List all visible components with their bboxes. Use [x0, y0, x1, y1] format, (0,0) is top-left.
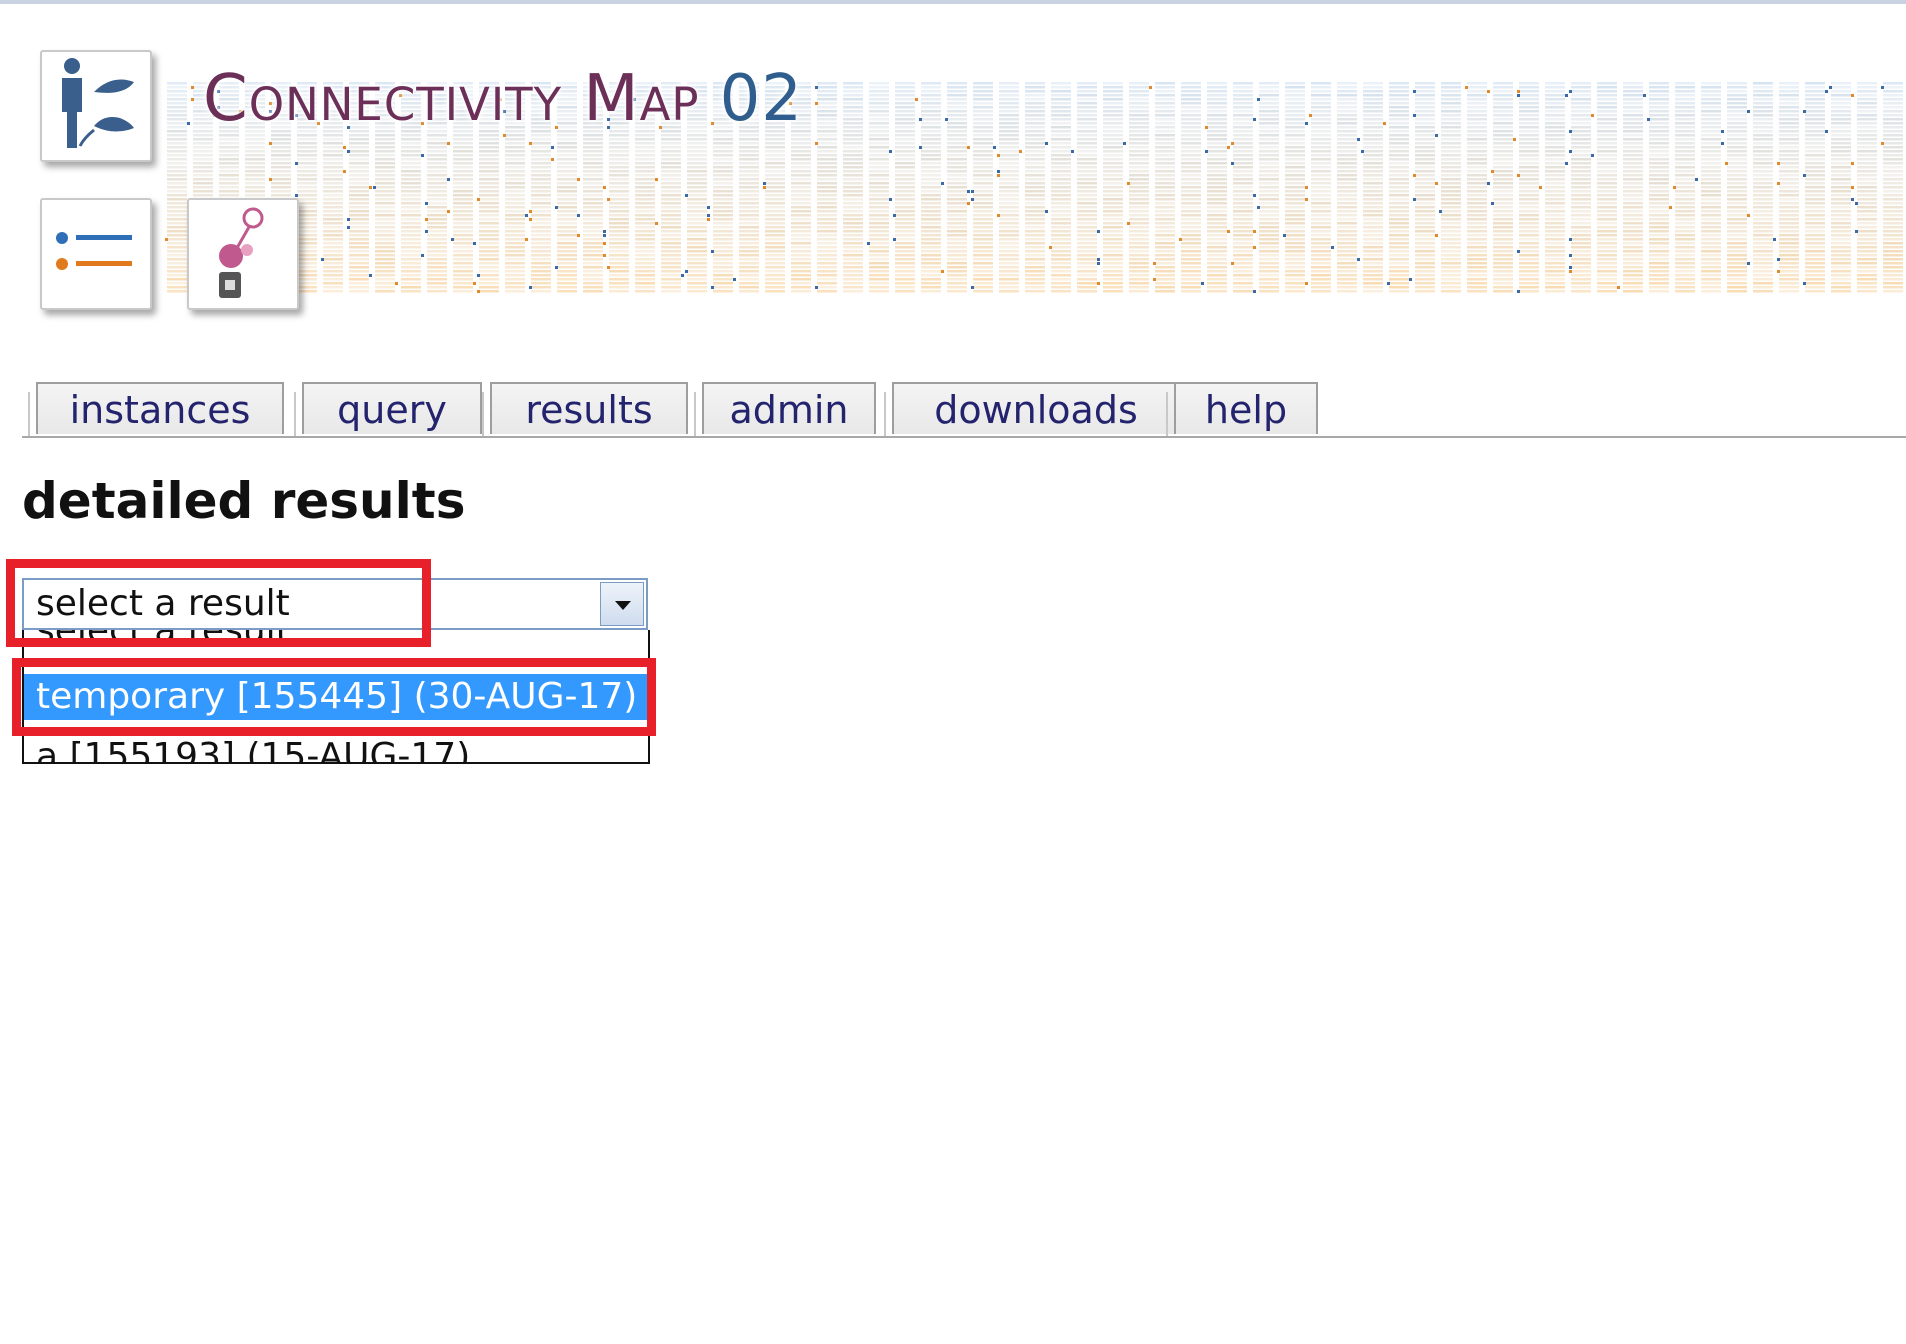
page-title: detailed results	[22, 472, 466, 530]
list-icon[interactable]	[40, 198, 152, 310]
molecule-icon[interactable]	[187, 198, 299, 310]
app-title: Connectivity Map 02	[203, 62, 803, 136]
tab-instances[interactable]: instances	[28, 382, 284, 436]
tab-downloads[interactable]: downloads	[884, 382, 1180, 436]
result-select[interactable]: select a result	[22, 578, 648, 630]
option-temporary[interactable]: temporary [155445] (30-AUG-17)	[24, 674, 648, 720]
app-version: 02	[719, 62, 803, 136]
app-title-text: Connectivity Map	[203, 62, 700, 136]
window-top-border	[0, 0, 1906, 4]
tab-query[interactable]: query	[294, 382, 482, 436]
person-mouse-icon[interactable]	[40, 50, 152, 162]
dropdown-arrow-icon[interactable]	[600, 582, 644, 626]
tab-results[interactable]: results	[482, 382, 688, 436]
option-select-a-result[interactable]: select a result	[24, 630, 648, 654]
tab-help[interactable]: help	[1166, 382, 1318, 436]
option-a[interactable]: a [155193] (15-AUG-17)	[24, 734, 648, 762]
tab-admin[interactable]: admin	[694, 382, 876, 436]
select-current-value: select a result	[36, 583, 290, 624]
result-dropdown-list: select a result temporary [155445] (30-A…	[22, 630, 650, 764]
main-tabs: instances query results admin downloads …	[22, 382, 1906, 438]
